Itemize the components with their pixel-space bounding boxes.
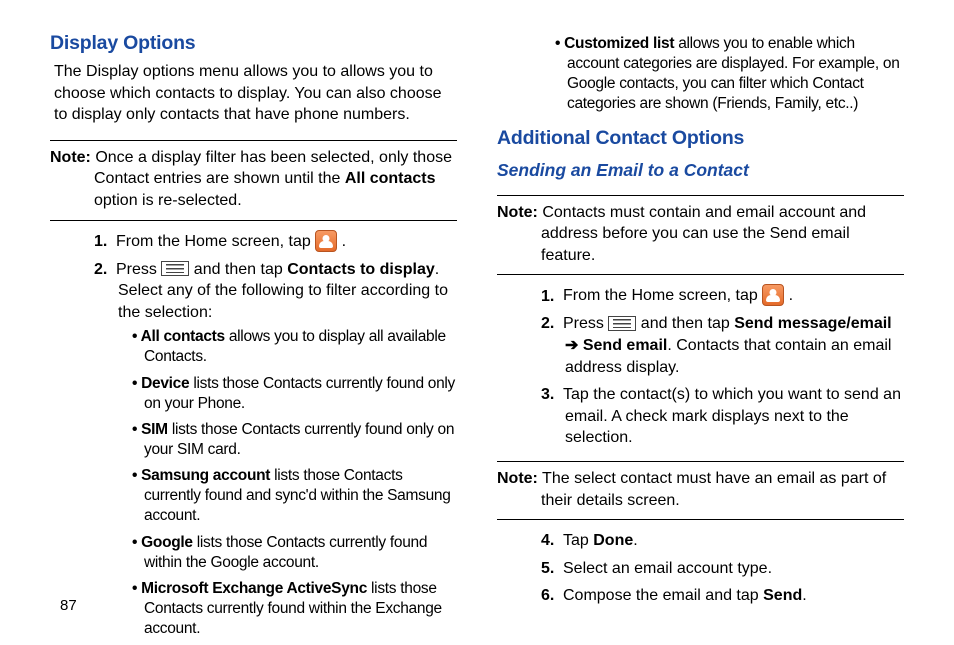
page-number: 87 xyxy=(60,597,77,614)
right-column: Customized list allows you to enable whi… xyxy=(497,32,904,616)
filter-options-cont: Customized list allows you to enable whi… xyxy=(497,34,904,121)
left-column: Display Options The Display options menu… xyxy=(50,32,457,616)
contacts-app-icon xyxy=(315,230,337,252)
step-6: 6.Compose the email and tap Send. xyxy=(541,585,904,607)
step-4: 4.Tap Done. xyxy=(541,530,904,552)
note-email-in-details: Note: The select contact must have an em… xyxy=(497,461,904,520)
step-3: 3.Tap the contact(s) to which you want t… xyxy=(541,384,904,449)
menu-icon xyxy=(608,316,636,331)
menu-icon xyxy=(161,261,189,276)
note-email-required: Note: Contacts must contain and email ac… xyxy=(497,195,904,276)
opt-google: Google lists those Contacts currently fo… xyxy=(132,533,457,573)
heading-additional-contact: Additional Contact Options xyxy=(497,127,904,150)
opt-exchange: Microsoft Exchange ActiveSync lists thos… xyxy=(132,579,457,639)
contacts-app-icon xyxy=(762,284,784,306)
note-text: Note: Contacts must contain and email ac… xyxy=(497,202,904,267)
note-text: Note: Once a display filter has been sel… xyxy=(50,147,457,212)
email-steps-a: 1.From the Home screen, tap . 2.Press an… xyxy=(497,285,904,455)
email-steps-b: 4.Tap Done. 5.Select an email account ty… xyxy=(497,530,904,613)
step-1: 1.From the Home screen, tap . xyxy=(541,285,904,307)
step-5: 5.Select an email account type. xyxy=(541,558,904,580)
arrow-icon: ➔ xyxy=(565,337,583,354)
opt-samsung: Samsung account lists those Contacts cur… xyxy=(132,466,457,526)
step-2: 2.Press and then tap Send message/email … xyxy=(541,313,904,378)
opt-customized: Customized list allows you to enable whi… xyxy=(555,34,904,115)
note-label: Note: xyxy=(497,204,538,221)
heading-display-options: Display Options xyxy=(50,32,457,55)
note-label: Note: xyxy=(497,470,538,487)
note-label: Note: xyxy=(50,149,91,166)
filter-options: All contacts allows you to display all a… xyxy=(118,327,457,639)
display-steps: 1.From the Home screen, tap . 2.Press an… xyxy=(50,231,457,645)
subheading-send-email: Sending an Email to a Contact xyxy=(497,160,904,181)
note-text: Note: The select contact must have an em… xyxy=(497,468,904,511)
note-display-filter: Note: Once a display filter has been sel… xyxy=(50,140,457,221)
opt-sim: SIM lists those Contacts currently found… xyxy=(132,420,457,460)
opt-all-contacts: All contacts allows you to display all a… xyxy=(132,327,457,367)
manual-page: Display Options The Display options menu… xyxy=(0,0,954,636)
step-2: 2.Press and then tap Contacts to display… xyxy=(94,259,457,640)
display-options-intro: The Display options menu allows you to a… xyxy=(50,61,457,126)
step-1: 1.From the Home screen, tap . xyxy=(94,231,457,253)
opt-device: Device lists those Contacts currently fo… xyxy=(132,374,457,414)
